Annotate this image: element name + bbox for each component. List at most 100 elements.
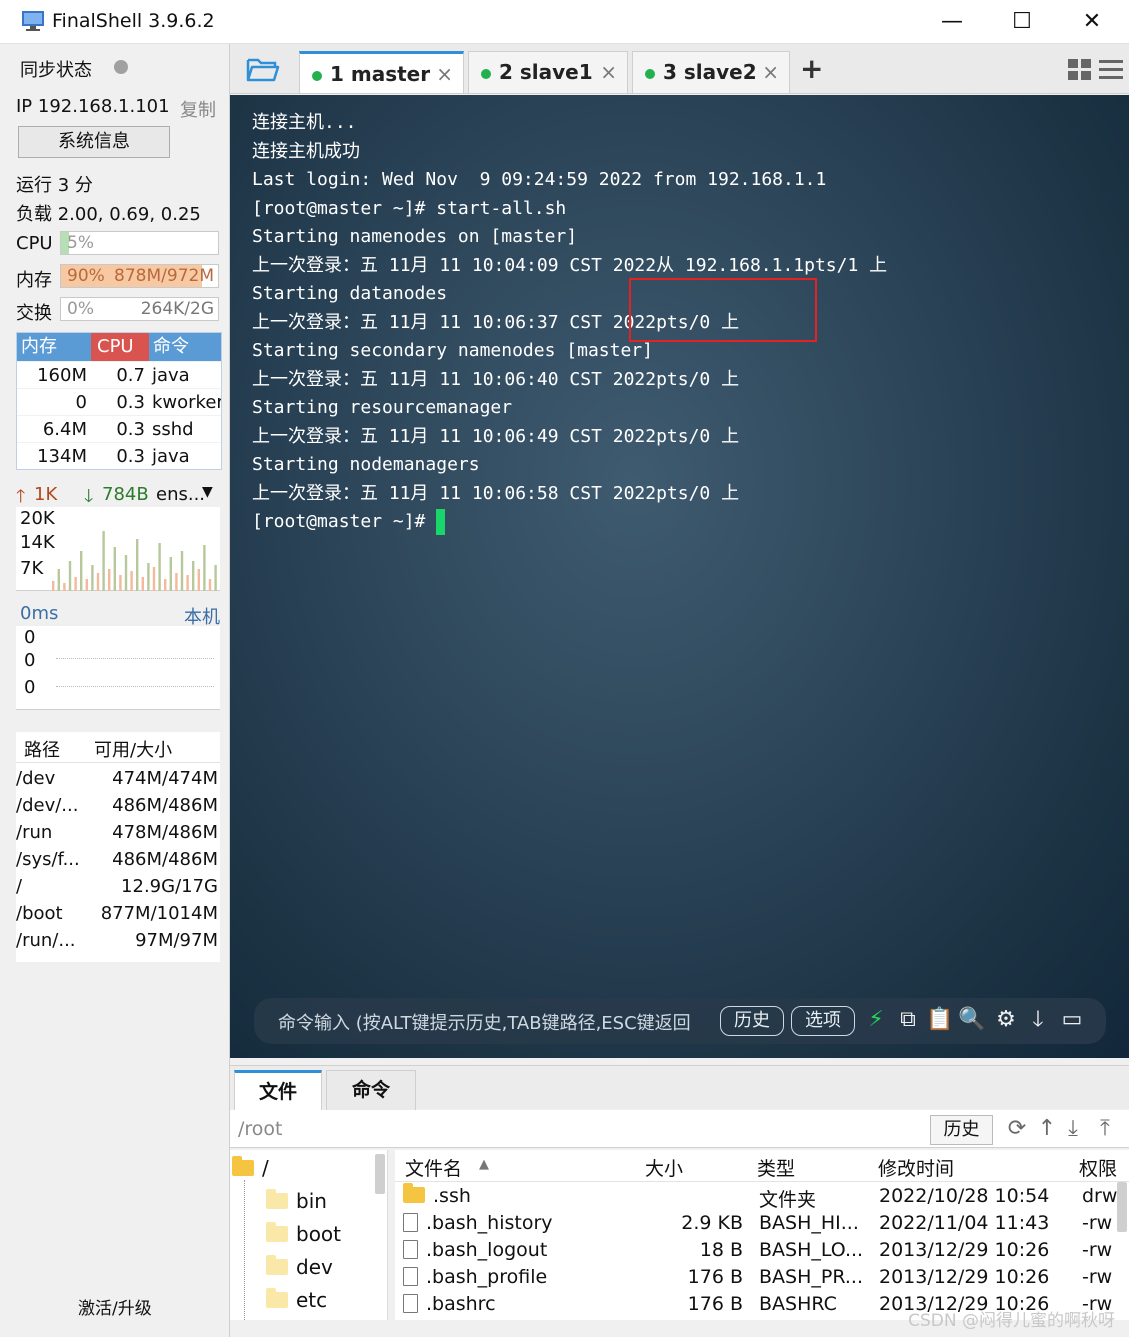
grid-layout-icon[interactable] — [1068, 59, 1092, 81]
col-filename[interactable]: 文件名 — [405, 1154, 462, 1181]
col-cmd-header[interactable]: 命令 — [149, 333, 221, 361]
disk-size: 478M/486M — [112, 822, 218, 843]
upload-icon[interactable]: ⤒ — [1092, 1116, 1118, 1142]
maximize-button[interactable]: ☐ — [994, 6, 1050, 38]
arrow-down-icon[interactable]: 🡓 — [1024, 1006, 1052, 1034]
net-interface-select[interactable]: ens... — [156, 484, 205, 505]
download-icon[interactable]: ⤓ — [1060, 1116, 1086, 1142]
disk-size: 12.9G/17G — [121, 876, 218, 897]
folder-icon — [232, 1156, 254, 1176]
swap-label: 交换 — [16, 303, 52, 324]
copy-icon[interactable]: ⧉ — [894, 1006, 922, 1034]
open-folder-icon[interactable] — [246, 56, 280, 84]
tab-files[interactable]: 文件 — [234, 1070, 322, 1110]
system-info-button[interactable]: 系统信息 — [18, 126, 170, 158]
tree-item-boot[interactable]: boot — [266, 1222, 341, 1246]
ping-scale-mid: 0 — [24, 650, 36, 671]
chevron-down-icon[interactable]: ▼ — [202, 484, 213, 500]
terminal-prompt-line: [root@master ~]# — [252, 508, 887, 537]
menu-icon[interactable] — [1099, 59, 1123, 81]
window-icon[interactable]: ▭ — [1058, 1006, 1086, 1034]
process-cpu: 0.7 — [116, 365, 145, 386]
process-cpu: 0.3 — [116, 392, 145, 413]
close-tab-icon[interactable]: × — [436, 54, 453, 94]
path-history-button[interactable]: 历史 — [930, 1115, 993, 1145]
col-mtime[interactable]: 修改时间 — [878, 1154, 954, 1181]
network-bar — [85, 579, 88, 591]
disk-size: 486M/486M — [112, 849, 218, 870]
file-permission: drw — [1082, 1185, 1118, 1207]
copy-ip-button[interactable]: 复制 — [180, 96, 216, 122]
current-path-input[interactable]: /root — [238, 1118, 283, 1140]
disk-size: 486M/486M — [112, 795, 218, 816]
memory-meter: 90% 878M/972M — [60, 264, 219, 288]
tree-item-dev[interactable]: dev — [266, 1255, 333, 1279]
file-row[interactable]: .ssh 文件夹 2022/10/28 10:54 drw — [395, 1183, 1129, 1211]
process-row[interactable]: 134M 0.3 java — [17, 442, 221, 469]
process-row[interactable]: 160M 0.7 java — [17, 361, 221, 388]
disk-col-path[interactable]: 路径 — [24, 736, 60, 762]
refresh-icon[interactable]: ⟳ — [1004, 1116, 1030, 1142]
network-bar — [186, 575, 189, 591]
file-list-header: 文件名 ▲ 大小 类型 修改时间 权限 — [395, 1150, 1129, 1182]
process-mem: 6.4M — [42, 419, 87, 440]
close-window-button[interactable]: ✕ — [1064, 6, 1120, 38]
file-type: BASHRC — [759, 1293, 837, 1315]
history-button[interactable]: 历史 — [720, 1006, 784, 1036]
minimize-button[interactable]: — — [924, 6, 980, 38]
lightning-icon[interactable]: ⚡ — [862, 1006, 890, 1034]
file-row[interactable]: .bash_history 2.9 KB BASH_HI... 2022/11/04 … — [395, 1211, 1129, 1238]
cpu-meter-value: 5% — [67, 233, 94, 253]
terminal-line: Starting namenodes on [master] — [252, 226, 578, 247]
tab-slave2[interactable]: 3 slave2 × — [632, 51, 790, 93]
disk-size: 97M/97M — [135, 930, 218, 951]
parent-dir-icon[interactable]: ↑ — [1034, 1116, 1060, 1142]
activate-upgrade-link[interactable]: 激活/升级 — [78, 1294, 152, 1319]
paste-icon[interactable]: 📋 — [926, 1006, 954, 1034]
tree-item-root[interactable]: / — [232, 1156, 269, 1180]
terminal-prompt: [root@master ~]# — [252, 511, 437, 532]
disk-path: /run — [16, 822, 53, 843]
close-tab-icon[interactable]: × — [600, 52, 617, 92]
terminal-line: Starting nodemanagers — [252, 454, 480, 475]
network-bar — [192, 561, 195, 591]
network-bar — [158, 543, 161, 591]
col-cpu-header[interactable]: CPU — [91, 333, 149, 361]
col-type[interactable]: 类型 — [757, 1154, 795, 1181]
process-cpu: 0.3 — [116, 446, 145, 467]
file-icon — [403, 1267, 418, 1286]
file-name: .bash_profile — [426, 1266, 548, 1288]
command-input-bar[interactable]: 命令输入 (按ALT键提示历史,TAB键路径,ESC键返回 历史 选项 ⚡ ⧉ … — [254, 998, 1106, 1044]
sync-status-indicator-icon — [114, 60, 128, 74]
net-scale-mid: 14K — [20, 532, 55, 553]
tab-label: 2 slave1 — [499, 60, 593, 84]
tab-master[interactable]: 1 master × — [299, 51, 464, 93]
file-row[interactable]: .bash_profile 176 B BASH_PR... 2013/12/29 1… — [395, 1265, 1129, 1292]
command-input-placeholder[interactable]: 命令输入 (按ALT键提示历史,TAB键路径,ESC键返回 — [278, 1009, 691, 1035]
tab-commands[interactable]: 命令 — [326, 1070, 416, 1110]
tab-slave1[interactable]: 2 slave1 × — [468, 51, 628, 93]
process-row[interactable]: 0 0.3 kworker/ — [17, 388, 221, 415]
tree-item-bin[interactable]: bin — [266, 1189, 327, 1213]
process-row[interactable]: 6.4M 0.3 sshd — [17, 415, 221, 442]
options-button[interactable]: 选项 — [791, 1006, 855, 1036]
sort-asc-icon: ▲ — [479, 1157, 489, 1172]
col-mem-header[interactable]: 内存 — [17, 333, 91, 361]
disk-col-size[interactable]: 可用/大小 — [94, 736, 172, 762]
tree-item-etc[interactable]: etc — [266, 1288, 327, 1312]
terminal-line: 上一次登录：五 11月 11 10:06:58 CST 2022pts/0 上 — [252, 482, 740, 504]
close-tab-icon[interactable]: × — [762, 52, 779, 92]
network-bar — [169, 557, 172, 591]
connected-dot-icon — [481, 69, 491, 79]
gear-icon[interactable]: ⚙ — [992, 1006, 1020, 1034]
tree-scrollbar[interactable] — [375, 1154, 385, 1194]
col-permission[interactable]: 权限 — [1079, 1154, 1117, 1181]
search-icon[interactable]: 🔍 — [958, 1006, 986, 1034]
col-size[interactable]: 大小 — [645, 1154, 683, 1181]
terminal-output[interactable]: 连接主机... 连接主机成功 Last login: Wed Nov 9 09:24… — [230, 95, 1129, 1058]
add-tab-button[interactable]: + — [800, 52, 823, 85]
file-list-scrollbar[interactable] — [1117, 1182, 1127, 1232]
network-bar — [208, 579, 212, 591]
file-row[interactable]: .bash_logout 18 B BASH_LO... 2013/12/29 10:… — [395, 1238, 1129, 1265]
terminal-line: [root@master ~]# start-all.sh — [252, 197, 567, 219]
